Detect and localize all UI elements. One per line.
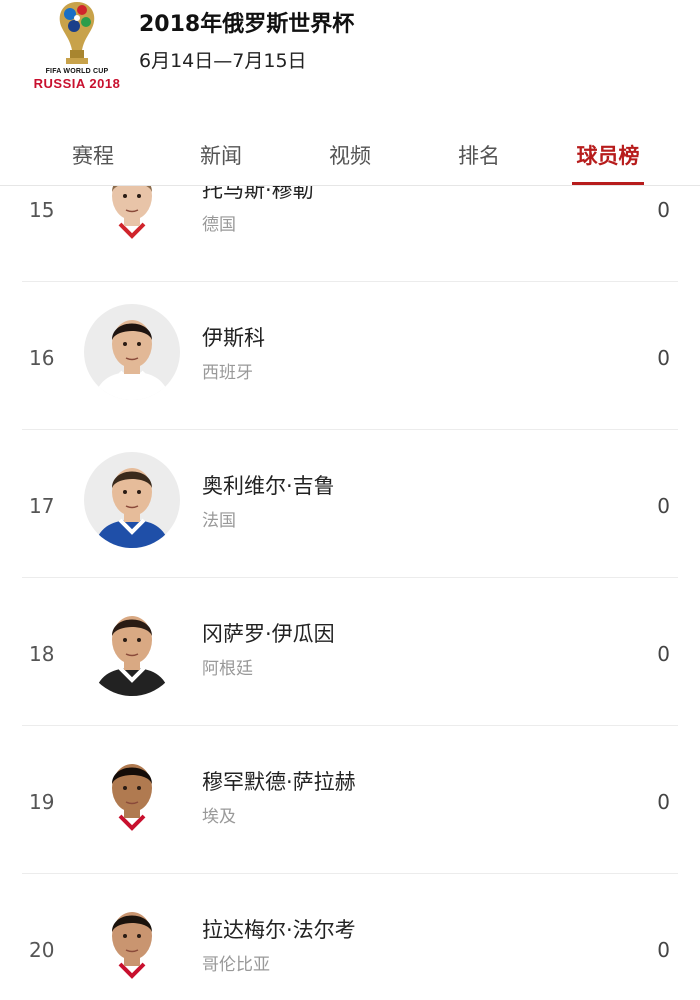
player-row[interactable]: 16 伊斯科西班牙 0 [0,282,700,430]
player-rank: 15 [29,198,55,222]
tournament-dates: 6月14日—7月15日 [139,50,307,72]
player-photo [84,304,180,400]
player-row[interactable]: 15 托马斯·穆勒德国 0 [0,186,700,282]
trophy-icon [59,2,95,64]
player-score: 0 [657,642,670,666]
player-team: 埃及 [202,807,236,827]
player-avatar [84,452,180,548]
player-score: 0 [657,790,670,814]
player-rank: 17 [29,494,55,518]
player-avatar [84,186,180,252]
player-photo [84,186,180,252]
player-name: 拉达梅尔·法尔考 [202,918,356,942]
logo-title: RUSSIA 2018 [33,76,121,91]
player-rank: 19 [29,790,55,814]
player-team: 德国 [202,215,236,235]
player-name: 托马斯·穆勒 [202,186,314,202]
player-avatar [84,896,180,992]
player-team: 法国 [202,511,236,531]
player-name: 冈萨罗·伊瓜因 [202,622,335,646]
player-photo [84,600,180,696]
player-score: 0 [657,938,670,962]
player-name: 伊斯科 [202,326,265,350]
tab-news[interactable]: 新闻 [176,140,266,170]
player-avatar [84,600,180,696]
player-name: 穆罕默德·萨拉赫 [202,770,356,794]
logo-subtitle: FIFA WORLD CUP [45,68,109,75]
player-row[interactable]: 17 奥利维尔·吉鲁法国 0 [0,430,700,578]
header: FIFA WORLD CUP RUSSIA 2018 2018年俄罗斯世界杯 6… [0,0,700,110]
player-list: 15 托马斯·穆勒德国 0 16 伊斯科西班牙 0 17 奥利维尔·吉鲁法国 0 18 冈萨罗·伊瓜… [0,186,700,1000]
tab-schedule[interactable]: 赛程 [48,140,138,170]
player-team: 哥伦比亚 [202,955,270,975]
tab-videos[interactable]: 视频 [305,140,395,170]
player-photo [84,748,180,844]
player-photo [84,452,180,548]
player-team: 阿根廷 [202,659,253,679]
player-score: 0 [657,198,670,222]
player-avatar [84,304,180,400]
player-row[interactable]: 19 穆罕默德·萨拉赫埃及 0 [0,726,700,874]
player-avatar [84,748,180,844]
tab-rankings[interactable]: 排名 [434,140,524,170]
player-score: 0 [657,494,670,518]
player-team: 西班牙 [202,363,253,383]
page-title: 2018年俄罗斯世界杯 [139,12,355,37]
tab-player-rankings[interactable]: 球员榜 [563,140,653,170]
player-name: 奥利维尔·吉鲁 [202,474,335,498]
player-rank: 16 [29,346,55,370]
app: FIFA WORLD CUP RUSSIA 2018 2018年俄罗斯世界杯 6… [0,0,700,1000]
player-score: 0 [657,346,670,370]
player-row[interactable]: 18 冈萨罗·伊瓜因阿根廷 0 [0,578,700,726]
world-cup-logo: FIFA WORLD CUP RUSSIA 2018 [28,0,126,92]
player-rank: 18 [29,642,55,666]
tab-bar: 赛程 新闻 视频 排名 球员榜 [0,110,700,186]
player-row[interactable]: 20 拉达梅尔·法尔考哥伦比亚 0 [0,874,700,1000]
player-rank: 20 [29,938,55,962]
player-photo [84,896,180,992]
active-tab-indicator [572,182,644,185]
